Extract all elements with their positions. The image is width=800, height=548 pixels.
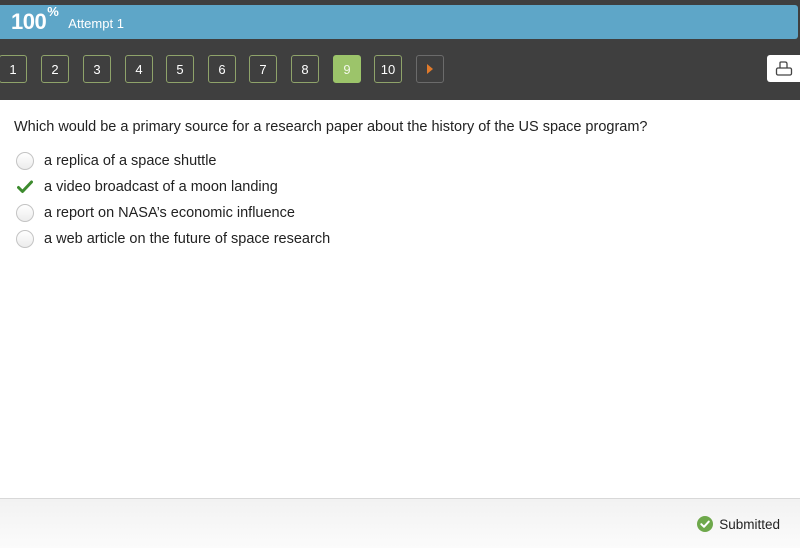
- question-button-5[interactable]: 5: [166, 55, 194, 83]
- question-button-4[interactable]: 4: [125, 55, 153, 83]
- question-button-9-current[interactable]: 9: [333, 55, 361, 83]
- score-number: 100: [11, 9, 47, 34]
- question-number: 2: [51, 61, 59, 77]
- status-label: Submitted: [719, 516, 780, 532]
- question-button-1[interactable]: 1: [0, 55, 27, 83]
- question-button-10[interactable]: 10: [374, 55, 402, 83]
- printer-icon: [775, 60, 793, 76]
- question-number: 6: [218, 61, 226, 77]
- question-button-2[interactable]: 2: [41, 55, 69, 83]
- question-navigation: 1 2 3 4 5 6 7 8 9 10: [0, 55, 800, 83]
- question-number: 9: [343, 61, 351, 77]
- top-frame: 100% Attempt 1 1 2 3 4 5 6 7 8 9 10: [0, 0, 800, 100]
- check-circle-icon: [697, 516, 714, 532]
- radio-empty-icon[interactable]: [16, 230, 34, 248]
- submission-status: Submitted: [697, 516, 780, 532]
- question-number: 10: [380, 61, 396, 77]
- question-button-3[interactable]: 3: [83, 55, 111, 83]
- option-label: a report on NASA’s economic influence: [44, 205, 295, 221]
- footer-bar: Submitted: [0, 498, 800, 548]
- checkmark-icon: [16, 178, 34, 196]
- question-button-7[interactable]: 7: [249, 55, 277, 83]
- question-number: 7: [259, 61, 267, 77]
- question-button-8[interactable]: 8: [291, 55, 319, 83]
- score-value: 100%: [11, 5, 59, 34]
- option-label: a web article on the future of space res…: [44, 231, 331, 247]
- question-button-6[interactable]: 6: [208, 55, 236, 83]
- radio-empty-icon[interactable]: [16, 204, 34, 222]
- score-bar: 100% Attempt 1: [0, 5, 798, 39]
- option-label: a replica of a space shuttle: [44, 153, 217, 169]
- answer-option-4[interactable]: a web article on the future of space res…: [16, 228, 330, 250]
- question-prompt: Which would be a primary source for a re…: [14, 119, 648, 135]
- radio-empty-icon[interactable]: [16, 152, 34, 170]
- question-number: 8: [301, 61, 309, 77]
- answer-option-2-selected[interactable]: a video broadcast of a moon landing: [16, 176, 278, 198]
- print-button[interactable]: [767, 55, 800, 82]
- attempt-label: Attempt 1: [68, 16, 124, 31]
- play-triangle-icon: [427, 64, 433, 74]
- question-number: 5: [176, 61, 184, 77]
- score-unit: %: [47, 4, 59, 19]
- question-content: Which would be a primary source for a re…: [0, 100, 800, 498]
- next-question-button[interactable]: [416, 55, 444, 83]
- question-number: 4: [135, 61, 143, 77]
- answer-option-1[interactable]: a replica of a space shuttle: [16, 150, 217, 172]
- option-label: a video broadcast of a moon landing: [44, 179, 278, 195]
- answer-option-3[interactable]: a report on NASA’s economic influence: [16, 202, 295, 224]
- question-number: 1: [9, 61, 17, 77]
- question-number: 3: [93, 61, 101, 77]
